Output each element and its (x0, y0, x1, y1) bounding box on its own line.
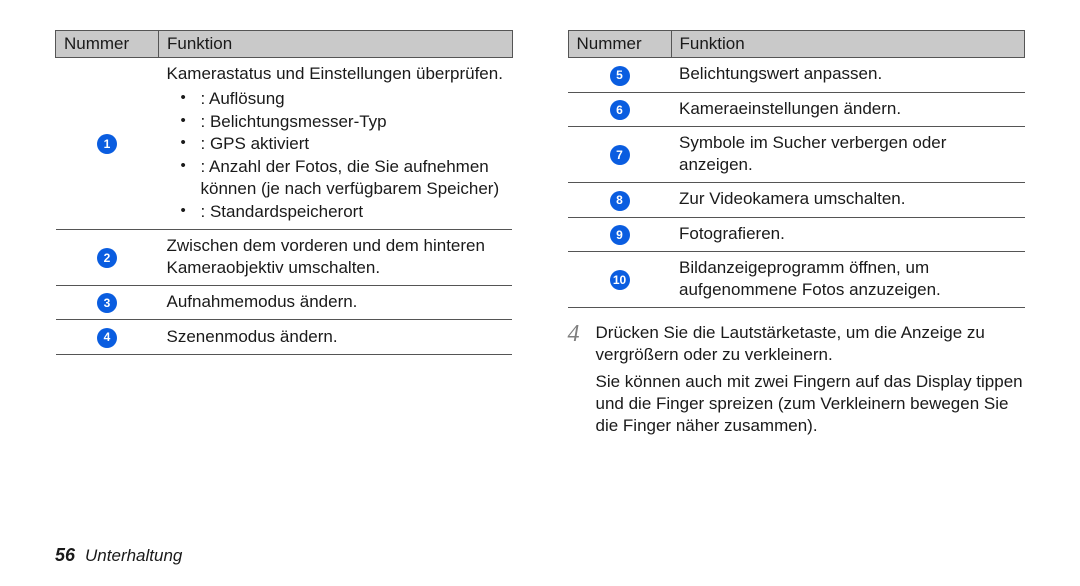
right-column: Nummer Funktion 5 Belichtungswert anpass… (568, 30, 1026, 443)
bullet-item: : Belichtungsmesser-Typ (167, 111, 505, 133)
step-4: 4 Drücken Sie die Lautstärketaste, um di… (568, 322, 1026, 443)
row-function-cell: Aufnahmemodus ändern. (159, 285, 513, 320)
page-number: 56 (55, 545, 75, 566)
row-function-cell: Szenenmodus ändern. (159, 320, 513, 355)
table-row: 8 Zur Videokamera umschalten. (568, 182, 1025, 217)
row-function-cell: Bildanzeigeprogramm öffnen, um aufgenomm… (671, 252, 1025, 308)
bullet-item: : Standardspeicherort (167, 201, 505, 223)
number-badge: 9 (610, 225, 630, 245)
page-footer: 56 Unterhaltung (55, 545, 182, 566)
table-row: 4 Szenenmodus ändern. (56, 320, 513, 355)
step-paragraph: Drücken Sie die Lautstärketaste, um die … (596, 322, 1026, 366)
table-row: 2 Zwischen dem vorderen und dem hinteren… (56, 230, 513, 286)
number-badge: 10 (610, 270, 630, 290)
left-table: Nummer Funktion 1 Kamerastatus und Einst… (55, 30, 513, 355)
step-paragraph: Sie können auch mit zwei Fingern auf das… (596, 371, 1026, 436)
row-number-cell: 2 (56, 230, 159, 286)
row-number-cell: 7 (568, 127, 671, 183)
number-badge: 6 (610, 100, 630, 120)
bullet-item: : Auflösung (167, 88, 505, 110)
step-number: 4 (568, 322, 586, 443)
table-row: 3 Aufnahmemodus ändern. (56, 285, 513, 320)
row-number-cell: 1 (56, 58, 159, 230)
bullet-item: : GPS aktiviert (167, 133, 505, 155)
table-header-row: Nummer Funktion (568, 31, 1025, 58)
row-number-cell: 5 (568, 58, 671, 93)
left-column: Nummer Funktion 1 Kamerastatus und Einst… (55, 30, 513, 443)
header-funktion: Funktion (671, 31, 1025, 58)
number-badge: 4 (97, 328, 117, 348)
header-nummer: Nummer (568, 31, 671, 58)
number-badge: 8 (610, 191, 630, 211)
row-function-cell: Symbole im Sucher verbergen oder anzeige… (671, 127, 1025, 183)
row-function-cell: Belichtungswert anpassen. (671, 58, 1025, 93)
table-row: 5 Belichtungswert anpassen. (568, 58, 1025, 93)
row-number-cell: 3 (56, 285, 159, 320)
row-function-cell: Fotografieren. (671, 217, 1025, 252)
row-number-cell: 9 (568, 217, 671, 252)
number-badge: 7 (610, 145, 630, 165)
bullet-item: : Anzahl der Fotos, die Sie aufnehmen kö… (167, 156, 505, 200)
number-badge: 2 (97, 248, 117, 268)
number-badge: 5 (610, 66, 630, 86)
header-nummer: Nummer (56, 31, 159, 58)
number-badge: 3 (97, 293, 117, 313)
row-function-cell: Zwischen dem vorderen und dem hinteren K… (159, 230, 513, 286)
row1-intro: Kamerastatus und Einstellungen überprüfe… (167, 63, 505, 85)
table-row: 7 Symbole im Sucher verbergen oder anzei… (568, 127, 1025, 183)
table-row: 1 Kamerastatus und Einstellungen überprü… (56, 58, 513, 230)
row-number-cell: 8 (568, 182, 671, 217)
row-number-cell: 10 (568, 252, 671, 308)
page-content: Nummer Funktion 1 Kamerastatus und Einst… (0, 0, 1080, 443)
table-row: 9 Fotografieren. (568, 217, 1025, 252)
row-function-cell: Kameraeinstellungen ändern. (671, 92, 1025, 127)
step-body: Drücken Sie die Lautstärketaste, um die … (596, 322, 1026, 443)
row-function-cell: Zur Videokamera umschalten. (671, 182, 1025, 217)
row-function-cell: Kamerastatus und Einstellungen überprüfe… (159, 58, 513, 230)
table-header-row: Nummer Funktion (56, 31, 513, 58)
row-number-cell: 4 (56, 320, 159, 355)
right-table: Nummer Funktion 5 Belichtungswert anpass… (568, 30, 1026, 308)
table-row: 6 Kameraeinstellungen ändern. (568, 92, 1025, 127)
row1-bullets: : Auflösung : Belichtungsmesser-Typ : GP… (167, 88, 505, 223)
section-title: Unterhaltung (85, 546, 182, 566)
table-row: 10 Bildanzeigeprogramm öffnen, um aufgen… (568, 252, 1025, 308)
header-funktion: Funktion (159, 31, 513, 58)
number-badge: 1 (97, 134, 117, 154)
row-number-cell: 6 (568, 92, 671, 127)
